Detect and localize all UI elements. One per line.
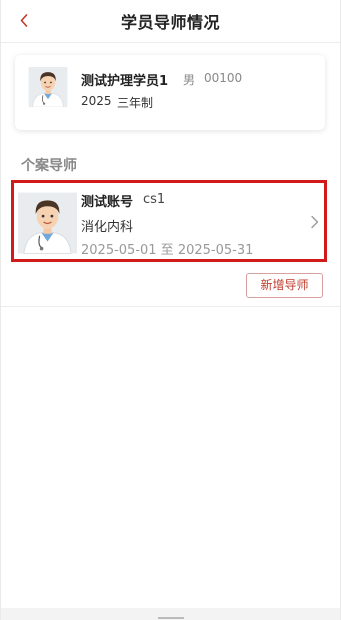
student-avatar [28,67,68,108]
page-title: 学员导师情况 [120,13,220,32]
student-program: 三年制 [117,96,154,110]
app-screen: 学员导师情况 测试护理学员1 男 00100 2025 三年制 个案导师 测试账… [0,0,341,620]
divider [1,306,340,307]
mentor-department: 消化内科 [81,220,134,235]
chevron-left-icon [20,13,28,27]
add-mentor-button[interactable]: 新增导师 [246,273,323,298]
student-id: 00100 [204,71,243,85]
mentor-list-item[interactable]: 测试账号 cs1 消化内科 2025-05-01 至 2025-05-31 [11,180,327,262]
mentor-code: cs1 [143,192,166,207]
student-gender: 男 [183,73,196,87]
doctor-avatar-icon [18,192,77,254]
student-year: 2025 [81,94,112,108]
doctor-avatar-icon [28,67,68,108]
back-button[interactable] [16,10,32,30]
mentor-name: 测试账号 [81,195,134,210]
home-indicator [158,617,184,619]
nav-bar: 学员导师情况 [1,0,340,43]
mentor-avatar [18,192,77,254]
mentor-date-range: 2025-05-01 至 2025-05-31 [81,243,254,258]
section-title: 个案导师 [21,158,77,174]
student-name: 测试护理学员1 [81,74,169,89]
chevron-right-icon [310,214,320,229]
student-card: 测试护理学员1 男 00100 2025 三年制 [15,55,325,130]
